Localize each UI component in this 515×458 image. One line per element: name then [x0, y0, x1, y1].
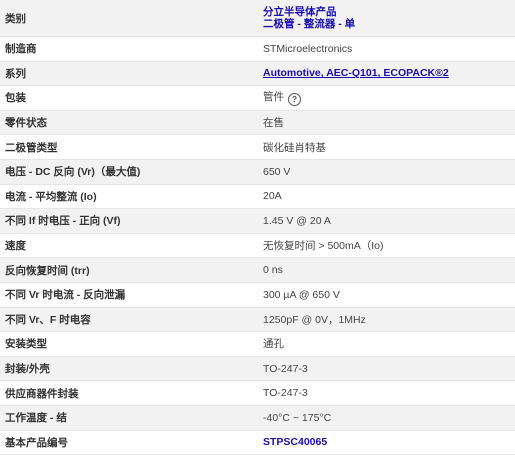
- spec-row-speed: 速度 无恢复时间 > 500mA（Io): [0, 233, 515, 259]
- spec-label: 基本产品编号: [0, 430, 258, 456]
- spec-value: 1250pF @ 0V，1MHz: [258, 307, 515, 333]
- spec-row-diode-type: 二极管类型 碳化硅肖特基: [0, 134, 515, 160]
- spec-value: STPSC40065: [258, 430, 515, 456]
- spec-row-packaging: 包装 管件?: [0, 85, 515, 111]
- spec-row-manufacturer: 制造商 STMicroelectronics: [0, 36, 515, 62]
- spec-row-reverse-leakage: 不同 Vr 时电流 - 反向泄漏 300 µA @ 650 V: [0, 282, 515, 308]
- spec-value: TO-247-3: [258, 356, 515, 382]
- category-link-discrete[interactable]: 分立半导体产品: [263, 6, 515, 18]
- spec-label: 反向恢复时间 (trr): [0, 257, 258, 283]
- base-part-number-link[interactable]: STPSC40065: [263, 436, 327, 448]
- spec-value: Automotive, AEC-Q101, ECOPACK®2: [258, 61, 515, 87]
- packaging-value: 管件: [263, 91, 284, 104]
- spec-value: TO-247-3: [258, 380, 515, 406]
- product-spec-table: 类别 分立半导体产品 二极管 - 整流器 - 单 制造商 STMicroelec…: [0, 0, 515, 456]
- spec-value: 无恢复时间 > 500mA（Io): [258, 233, 515, 259]
- spec-value: 650 V: [258, 159, 515, 185]
- spec-label: 电流 - 平均整流 (Io): [0, 184, 258, 210]
- help-icon[interactable]: ?: [288, 93, 301, 107]
- spec-row-base-part-number: 基本产品编号 STPSC40065: [0, 430, 515, 456]
- spec-row-current-rectified: 电流 - 平均整流 (Io) 20A: [0, 184, 515, 210]
- spec-value: 0 ns: [258, 257, 515, 283]
- spec-row-category: 类别 分立半导体产品 二极管 - 整流器 - 单: [0, 0, 515, 37]
- spec-label: 速度: [0, 233, 258, 259]
- spec-row-voltage-forward: 不同 If 时电压 - 正向 (Vf) 1.45 V @ 20 A: [0, 208, 515, 234]
- spec-label: 电压 - DC 反向 (Vr)（最大值): [0, 159, 258, 185]
- spec-row-package-case: 封装/外壳 TO-247-3: [0, 356, 515, 382]
- spec-label: 不同 If 时电压 - 正向 (Vf): [0, 208, 258, 234]
- spec-value: 在售: [258, 110, 515, 136]
- spec-label: 系列: [0, 61, 258, 87]
- series-link[interactable]: Automotive, AEC-Q101, ECOPACK®2: [263, 67, 449, 79]
- spec-value: 通孔: [258, 331, 515, 357]
- spec-row-supplier-package: 供应商器件封装 TO-247-3: [0, 380, 515, 406]
- spec-label: 封装/外壳: [0, 356, 258, 382]
- spec-label: 不同 Vr、F 时电容: [0, 307, 258, 333]
- spec-label: 不同 Vr 时电流 - 反向泄漏: [0, 282, 258, 308]
- spec-label: 零件状态: [0, 110, 258, 136]
- spec-value: 300 µA @ 650 V: [258, 282, 515, 308]
- spec-row-part-status: 零件状态 在售: [0, 110, 515, 136]
- spec-value: 分立半导体产品 二极管 - 整流器 - 单: [258, 0, 515, 37]
- spec-label: 二极管类型: [0, 134, 258, 160]
- spec-label: 包装: [0, 85, 258, 111]
- spec-label: 制造商: [0, 36, 258, 62]
- spec-label: 类别: [0, 0, 258, 37]
- category-link-rectifiers[interactable]: 二极管 - 整流器 - 单: [263, 18, 515, 30]
- spec-value: 碳化硅肖特基: [258, 134, 515, 160]
- spec-value: 管件?: [258, 85, 515, 111]
- spec-label: 供应商器件封装: [0, 380, 258, 406]
- spec-row-voltage-dc-reverse: 电压 - DC 反向 (Vr)（最大值) 650 V: [0, 159, 515, 185]
- spec-label: 工作温度 - 结: [0, 405, 258, 431]
- spec-row-reverse-recovery: 反向恢复时间 (trr) 0 ns: [0, 257, 515, 283]
- spec-label: 安装类型: [0, 331, 258, 357]
- spec-value: -40°C ~ 175°C: [258, 405, 515, 431]
- spec-value: 1.45 V @ 20 A: [258, 208, 515, 234]
- spec-row-operating-temp: 工作温度 - 结 -40°C ~ 175°C: [0, 405, 515, 431]
- spec-value: STMicroelectronics: [258, 36, 515, 62]
- spec-value: 20A: [258, 184, 515, 210]
- spec-row-series: 系列 Automotive, AEC-Q101, ECOPACK®2: [0, 61, 515, 87]
- spec-row-capacitance: 不同 Vr、F 时电容 1250pF @ 0V，1MHz: [0, 307, 515, 333]
- spec-row-mounting-type: 安装类型 通孔: [0, 331, 515, 357]
